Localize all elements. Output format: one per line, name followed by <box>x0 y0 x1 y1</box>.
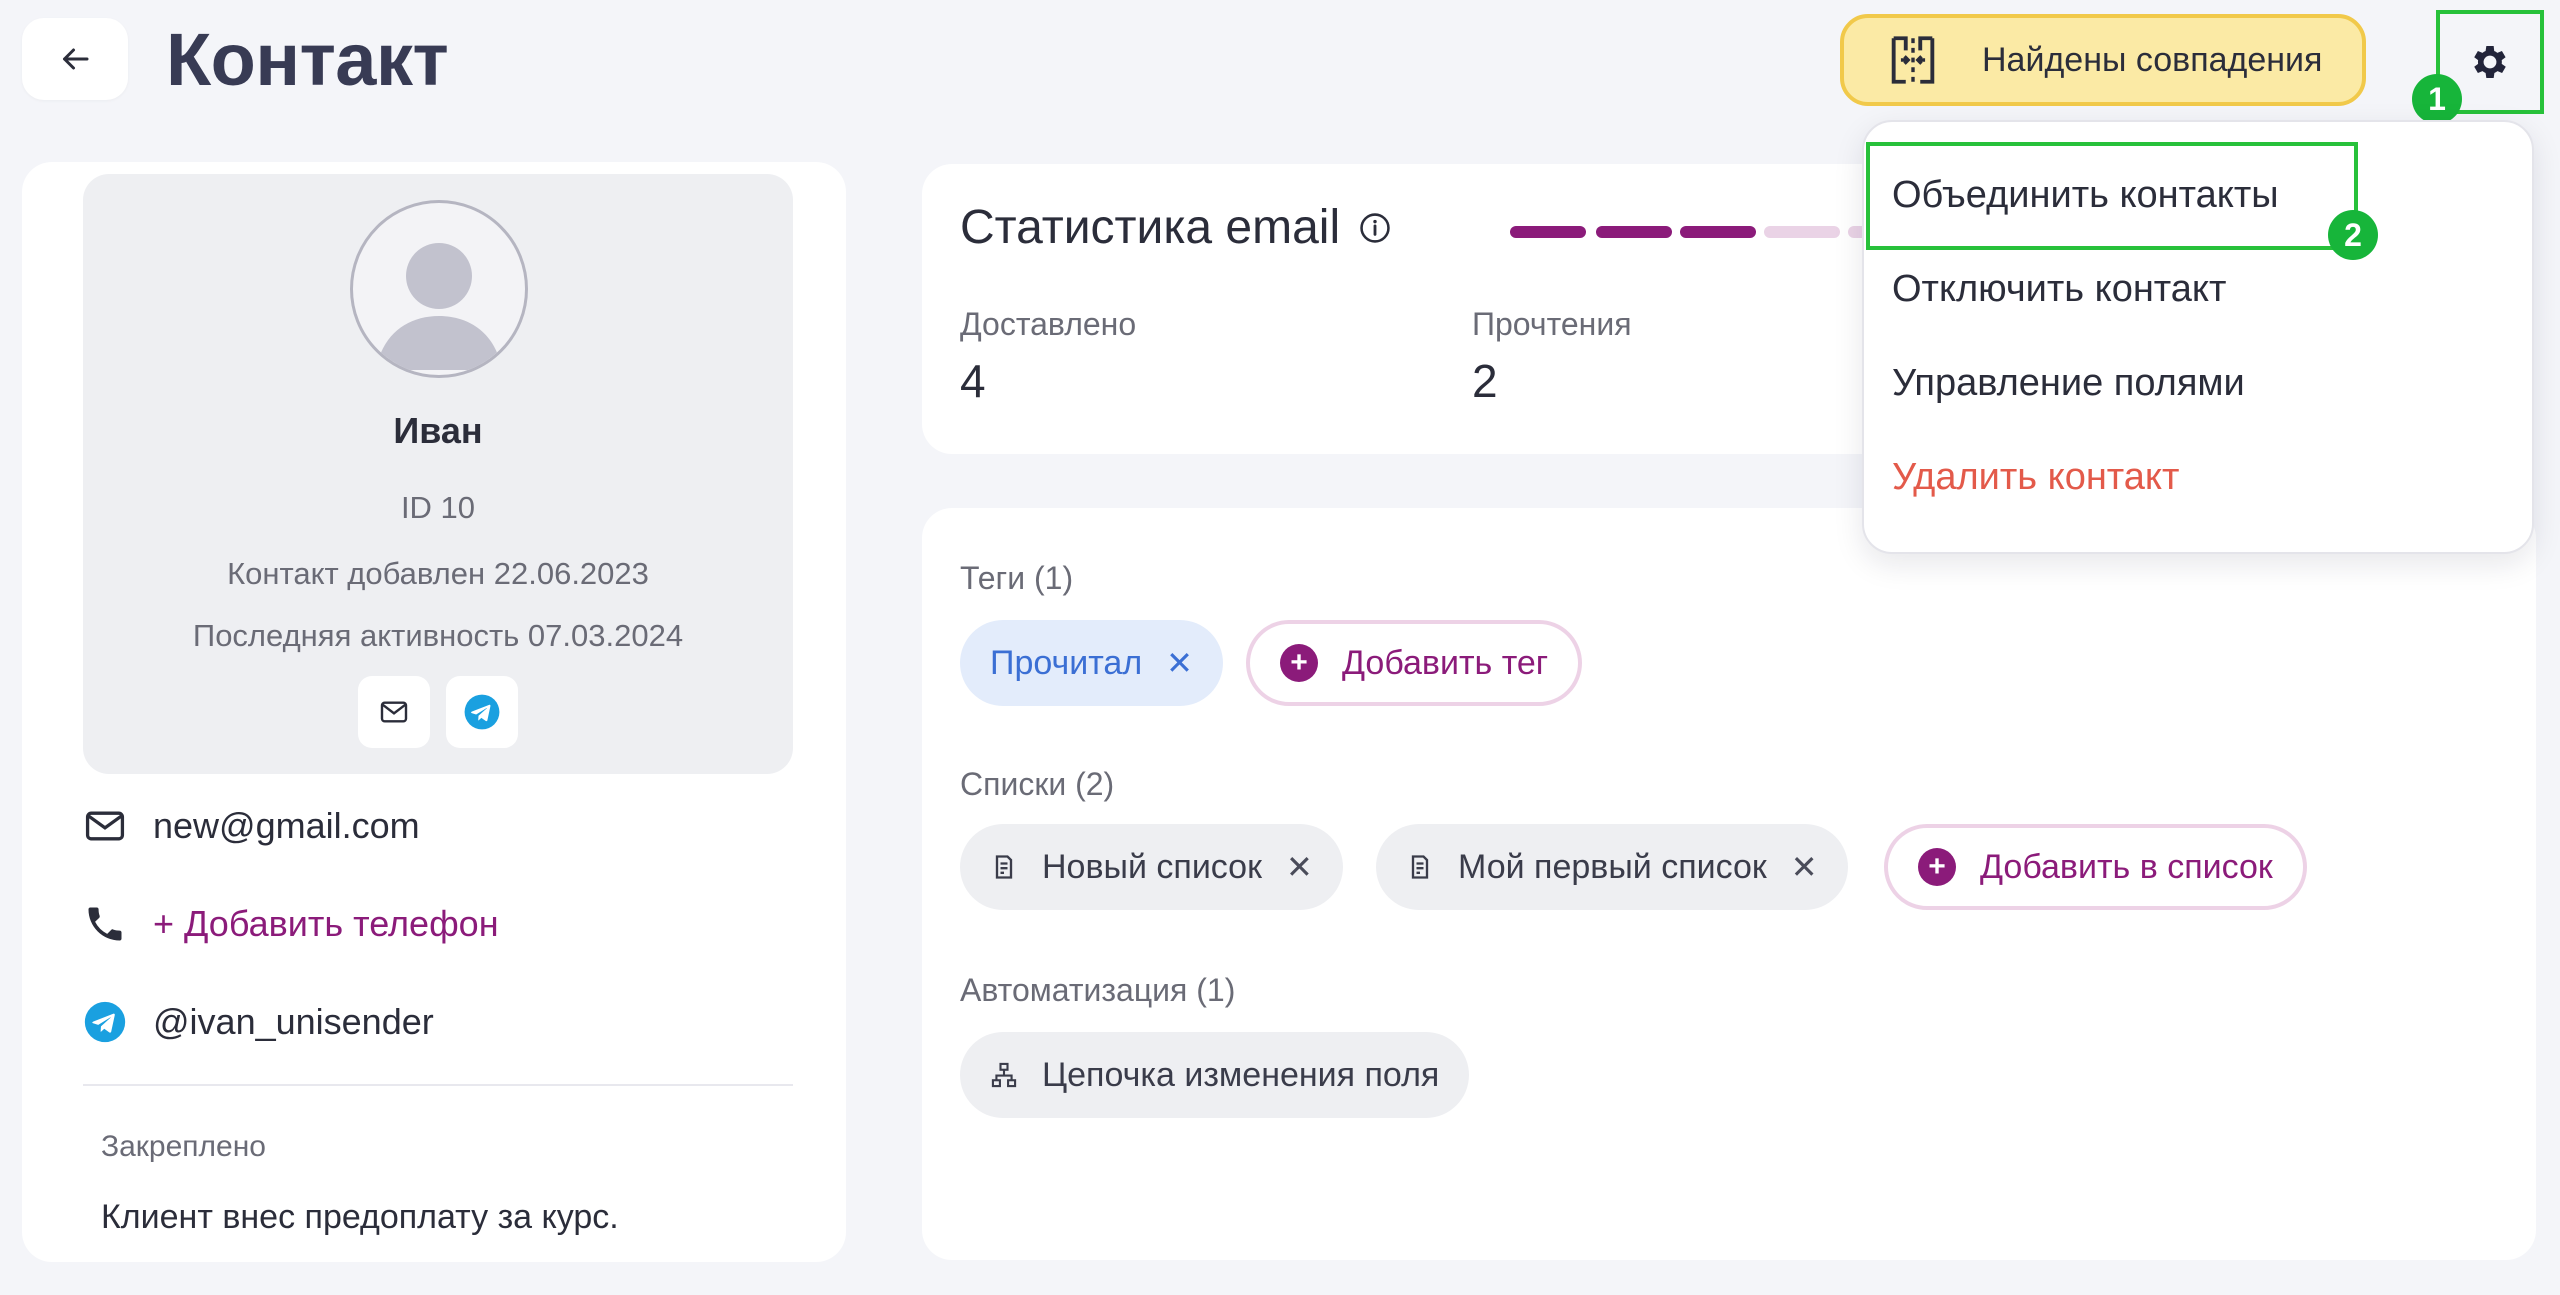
pinned-note: Клиент внес предоплату за курс. <box>101 1198 619 1236</box>
avatar <box>350 200 528 378</box>
list-chip-label: Новый список <box>1042 847 1262 886</box>
hierarchy-icon <box>991 1062 1017 1088</box>
list-chip-label: Мой первый список <box>1458 847 1767 886</box>
automation-chip[interactable]: Цепочка изменения поля <box>960 1032 1470 1118</box>
close-icon[interactable]: ✕ <box>1286 848 1313 886</box>
menu-item-delete-contact[interactable]: Удалить контакт <box>1892 456 2179 499</box>
plus-icon: + <box>1280 644 1318 682</box>
add-to-list-label: Добавить в список <box>1980 847 2273 886</box>
contact-added-date: Контакт добавлен 22.06.2023 <box>227 556 649 591</box>
pinned-label: Закреплено <box>101 1130 266 1163</box>
telegram-icon <box>464 694 500 730</box>
tag-chip-label: Прочитал <box>990 643 1143 682</box>
list-chip[interactable]: Мой первый список ✕ <box>1376 824 1848 910</box>
email-channel-button[interactable] <box>358 676 430 748</box>
stats-title-row: Статистика email <box>960 200 1392 255</box>
back-button[interactable] <box>22 18 128 100</box>
phone-icon <box>88 907 122 941</box>
tags-label: Теги (1) <box>960 560 1074 596</box>
phone-row: + Добавить телефон <box>83 902 499 946</box>
telegram-channel-button[interactable] <box>446 676 518 748</box>
duplicates-label: Найдены совпадения <box>1982 40 2323 79</box>
add-tag-label: Добавить тег <box>1342 643 1549 682</box>
mail-icon <box>85 811 125 841</box>
user-icon <box>376 243 502 370</box>
close-icon[interactable]: ✕ <box>1166 644 1193 682</box>
contact-name: Иван <box>393 410 483 451</box>
close-icon[interactable]: ✕ <box>1791 848 1818 886</box>
add-phone-link[interactable]: + Добавить телефон <box>153 903 499 945</box>
telegram-row: @ivan_unisender <box>83 1000 434 1044</box>
automation-chip-label: Цепочка изменения поля <box>1042 1055 1440 1094</box>
delivered-label: Доставлено <box>960 306 1137 342</box>
contact-last-activity: Последняя активность 07.03.2024 <box>192 618 684 653</box>
info-icon[interactable] <box>1358 211 1392 245</box>
step-badge-2: 2 <box>2328 210 2378 260</box>
document-icon <box>1411 855 1429 879</box>
divider <box>83 1084 793 1086</box>
mail-icon <box>380 701 408 723</box>
telegram-icon <box>84 1001 126 1043</box>
merge-icon <box>1891 36 1935 84</box>
arrow-left-icon <box>63 48 89 70</box>
delivered-value: 4 <box>960 355 986 407</box>
duplicates-found-button[interactable]: Найдены совпадения <box>1840 14 2366 106</box>
email-row: new@gmail.com <box>83 804 420 848</box>
reads-value: 2 <box>1472 355 1498 407</box>
add-tag-button[interactable]: + Добавить тег <box>1246 620 1583 706</box>
telegram-value[interactable]: @ivan_unisender <box>153 1001 434 1043</box>
stats-title: Статистика email <box>960 201 1341 254</box>
menu-item-manage-fields[interactable]: Управление полями <box>1892 362 2245 405</box>
list-chip[interactable]: Новый список ✕ <box>960 824 1343 910</box>
menu-item-merge-contacts[interactable]: Объединить контакты <box>1892 174 2279 217</box>
step-badge-1: 1 <box>2412 74 2462 124</box>
add-to-list-button[interactable]: + Добавить в список <box>1884 824 2307 910</box>
email-value[interactable]: new@gmail.com <box>153 805 420 847</box>
tag-chip[interactable]: Прочитал ✕ <box>960 620 1223 706</box>
document-icon <box>995 855 1013 879</box>
gear-icon <box>2474 46 2506 78</box>
stats-progress-segment <box>1764 226 1840 238</box>
stats-progress-segment <box>1596 226 1672 238</box>
reads-label: Прочтения <box>1472 306 1632 342</box>
menu-item-disable-contact[interactable]: Отключить контакт <box>1892 268 2226 311</box>
stats-progress-segment <box>1510 226 1586 238</box>
lists-label: Списки (2) <box>960 766 1115 802</box>
page-title: Контакт <box>166 18 449 101</box>
automation-label: Автоматизация (1) <box>960 972 1236 1008</box>
plus-icon: + <box>1918 848 1956 886</box>
stats-progress-segment <box>1680 226 1756 238</box>
contact-id: ID 10 <box>400 490 476 525</box>
